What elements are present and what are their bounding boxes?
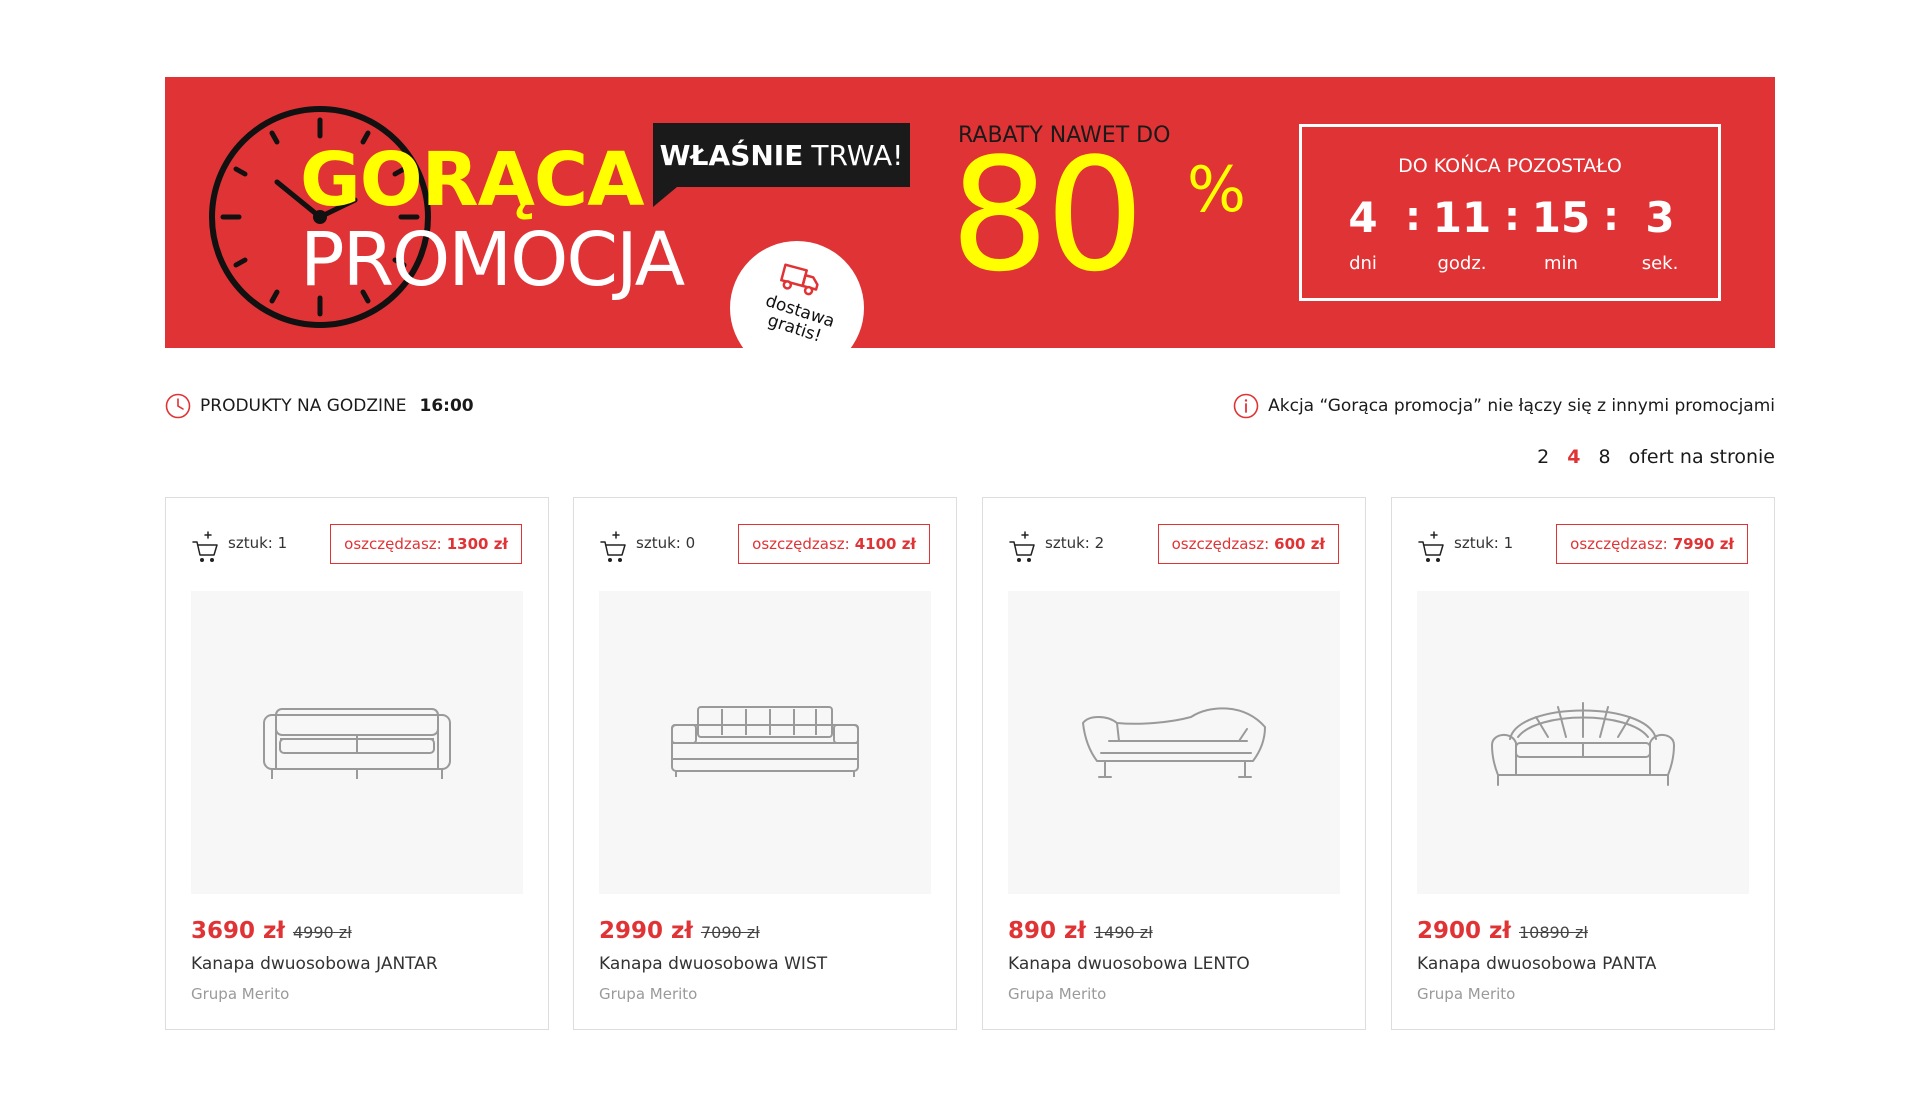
countdown-minutes-label: min [1544, 253, 1578, 274]
discount-value: 80 [950, 124, 1145, 306]
countdown-timer: 4 dni : 11 godz. : 15 min : 3 sek. [1302, 197, 1718, 277]
savings-label: oszczędzasz: [752, 535, 850, 553]
countdown-days: 4 dni [1323, 193, 1403, 275]
stock-info: sztuk: 0 [600, 530, 695, 564]
savings-value: 4100 zł [854, 535, 916, 553]
hours-time: 16:00 [419, 396, 474, 416]
savings-value: 7990 zł [1672, 535, 1734, 553]
product-name[interactable]: Kanapa dwuosobowa JANTAR [191, 954, 438, 974]
product-image[interactable] [599, 591, 931, 894]
stock-count: sztuk: 2 [1045, 534, 1105, 552]
product-image[interactable] [191, 591, 523, 894]
countdown-hours-label: godz. [1437, 253, 1487, 274]
sofa-icon [1082, 706, 1266, 778]
sofa-icon [263, 707, 451, 779]
product-card[interactable]: sztuk: 2 oszczędzasz: 600 zł 890 zł 1490… [982, 497, 1366, 1030]
current-price: 2900 zł [1417, 918, 1511, 944]
savings-badge: oszczędzasz: 1300 zł [330, 524, 522, 564]
savings-badge: oszczędzasz: 600 zł [1157, 524, 1339, 564]
truck-icon [780, 263, 819, 296]
savings-value: 1300 zł [446, 535, 508, 553]
free-delivery-text: dostawa gratis! [762, 290, 838, 347]
countdown-hours-value: 11 [1432, 193, 1492, 242]
old-price: 10890 zł [1518, 923, 1588, 942]
discount-percent-sign: % [1187, 153, 1246, 226]
savings-badge: oszczędzasz: 7990 zł [1556, 524, 1748, 564]
product-grid: sztuk: 1 oszczędzasz: 1300 zł 3690 zł 49… [165, 497, 1775, 1030]
promo-banner: GORĄCA PROMOCJA WŁAŚNIE TRWA! dostawa gr… [165, 77, 1775, 348]
product-name[interactable]: Kanapa dwuosobowa PANTA [1417, 954, 1656, 974]
add-to-cart-icon[interactable] [1418, 530, 1444, 564]
product-image[interactable] [1417, 591, 1749, 894]
product-card[interactable]: sztuk: 0 oszczędzasz: 4100 zł 2990 zł 70… [573, 497, 957, 1030]
hours-label: PRODUKTY NA GODZINE [200, 396, 407, 416]
product-name[interactable]: Kanapa dwuosobowa WIST [599, 954, 827, 974]
countdown-box: DO KOŃCA POZOSTAŁO 4 dni : 11 godz. : 15… [1299, 124, 1721, 301]
price-row: 2990 zł 7090 zł [599, 918, 760, 944]
countdown-days-value: 4 [1348, 193, 1378, 242]
countdown-hours: 11 godz. [1422, 193, 1502, 275]
countdown-seconds-label: sek. [1641, 253, 1679, 274]
per-page-option-2[interactable]: 2 [1537, 446, 1549, 468]
stock-count: sztuk: 1 [228, 534, 288, 552]
savings-value: 600 zł [1274, 535, 1325, 553]
countdown-separator: : [1504, 194, 1520, 240]
countdown-separator: : [1603, 194, 1619, 240]
hours-info: PRODUKTY NA GODZINE 16:00 [165, 393, 474, 419]
live-badge-strong: WŁAŚNIE [659, 138, 804, 172]
per-page-label: ofert na stronie [1628, 446, 1775, 468]
stock-info: sztuk: 1 [1418, 530, 1513, 564]
savings-label: oszczędzasz: [344, 535, 442, 553]
stock-count: sztuk: 0 [636, 534, 696, 552]
product-brand: Grupa Merito [599, 985, 698, 1003]
old-price: 7090 zł [700, 923, 760, 942]
product-brand: Grupa Merito [1008, 985, 1107, 1003]
savings-label: oszczędzasz: [1171, 535, 1270, 553]
countdown-seconds-value: 3 [1645, 193, 1675, 242]
price-row: 2900 zł 10890 zł [1417, 918, 1588, 944]
per-page-selector: 2 4 8 ofert na stronie [1537, 446, 1775, 468]
promo-notice-text: Akcja “Gorąca promocja” nie łączy się z … [1268, 396, 1775, 416]
old-price: 1490 zł [1093, 923, 1153, 942]
old-price: 4990 zł [292, 923, 352, 942]
promo-title-line1: GORĄCA [300, 137, 644, 223]
stock-info: sztuk: 2 [1009, 530, 1104, 564]
product-brand: Grupa Merito [191, 985, 290, 1003]
live-badge: WŁAŚNIE TRWA! [653, 123, 910, 207]
product-name[interactable]: Kanapa dwuosobowa LENTO [1008, 954, 1250, 974]
free-delivery-badge: dostawa gratis! [730, 241, 864, 348]
stock-count: sztuk: 1 [1454, 534, 1514, 552]
product-card[interactable]: sztuk: 1 oszczędzasz: 1300 zł 3690 zł 49… [165, 497, 549, 1030]
sofa-icon [1491, 701, 1675, 786]
sofa-icon [671, 705, 859, 777]
clock-small-icon [165, 393, 191, 419]
add-to-cart-icon[interactable] [1009, 530, 1035, 564]
savings-badge: oszczędzasz: 4100 zł [738, 524, 930, 564]
product-image[interactable] [1008, 591, 1340, 894]
countdown-separator: : [1405, 194, 1421, 240]
promo-title-line2: PROMOCJA [300, 217, 685, 303]
countdown-minutes-value: 15 [1531, 193, 1591, 242]
product-brand: Grupa Merito [1417, 985, 1516, 1003]
promo-notice: Akcja “Gorąca promocja” nie łączy się z … [1233, 393, 1775, 419]
info-icon [1233, 393, 1259, 419]
savings-label: oszczędzasz: [1570, 535, 1668, 553]
price-row: 3690 zł 4990 zł [191, 918, 352, 944]
price-row: 890 zł 1490 zł [1008, 918, 1153, 944]
countdown-label: DO KOŃCA POZOSTAŁO [1398, 155, 1622, 177]
current-price: 3690 zł [191, 918, 285, 944]
per-page-option-8[interactable]: 8 [1599, 446, 1611, 468]
stock-info: sztuk: 1 [192, 530, 287, 564]
current-price: 890 zł [1008, 918, 1086, 944]
add-to-cart-icon[interactable] [192, 530, 218, 564]
countdown-seconds: 3 sek. [1620, 193, 1700, 275]
countdown-days-label: dni [1349, 253, 1377, 274]
current-price: 2990 zł [599, 918, 693, 944]
live-badge-rest: TRWA! [811, 138, 904, 172]
per-page-option-4[interactable]: 4 [1567, 446, 1580, 468]
product-card[interactable]: sztuk: 1 oszczędzasz: 7990 zł 2900 zł 10… [1391, 497, 1775, 1030]
countdown-minutes: 15 min [1521, 193, 1601, 275]
add-to-cart-icon[interactable] [600, 530, 626, 564]
